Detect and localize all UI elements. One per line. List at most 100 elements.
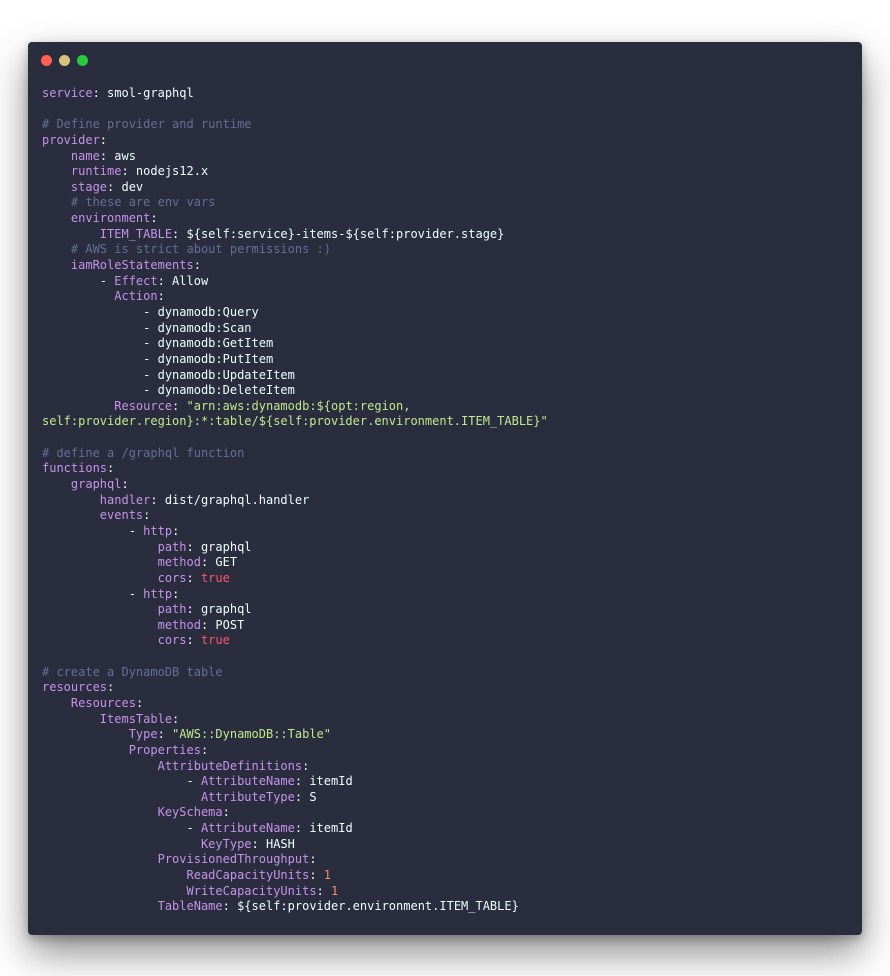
code-token: cors	[157, 570, 187, 585]
code-token: self:provider.region}:*:table/${self:pro…	[42, 414, 548, 429]
code-line: - AttributeName: itemId	[42, 821, 548, 837]
code-token: 1	[331, 883, 339, 898]
code-line: - AttributeName: itemId	[42, 774, 548, 790]
code-token: :	[193, 258, 201, 273]
code-token: Action	[114, 289, 158, 304]
code-token: :	[309, 852, 317, 867]
code-token: : ${self:provider.environment.ITEM_TABLE…	[222, 899, 519, 914]
code-token: method	[157, 555, 201, 570]
code-line: runtime: nodejs12.x	[42, 164, 548, 180]
code-token: : ${self:service}-items-${self:provider.…	[172, 226, 505, 241]
code-line: Action:	[42, 289, 548, 305]
code-line: - dynamodb:Query	[42, 305, 548, 321]
code-token: : aws	[99, 148, 136, 163]
minimize-window-icon[interactable]	[59, 55, 70, 66]
code-token: Type	[128, 727, 158, 742]
code-token: :	[316, 883, 331, 898]
code-token: AttributeName	[200, 774, 295, 789]
code-token: :	[302, 758, 310, 773]
code-token: :	[135, 695, 144, 710]
code-token: -	[42, 586, 144, 601]
code-line: - dynamodb:PutItem	[42, 352, 548, 368]
code-token: ReadCapacityUnits	[186, 868, 310, 883]
code-line: environment:	[42, 211, 548, 227]
code-line: functions:	[42, 461, 548, 477]
code-token: environment	[70, 211, 151, 226]
code-line: # define a /graphql function	[42, 446, 548, 462]
code-token: AttributeType	[200, 789, 295, 804]
code-token: -	[42, 774, 201, 789]
code-token: :	[121, 477, 129, 492]
code-line: resources:	[42, 680, 548, 696]
code-token: :	[157, 727, 173, 742]
code-token: :	[99, 132, 108, 147]
code-token: WriteCapacityUnits	[186, 883, 317, 898]
code-token: stage	[70, 179, 108, 194]
code-token: : itemId	[294, 774, 353, 789]
close-window-icon[interactable]	[41, 55, 52, 66]
code-line: - dynamodb:Scan	[42, 321, 548, 337]
code-token: - dynamodb:Scan	[42, 320, 252, 335]
code-token: : POST	[200, 617, 245, 632]
code-token: :	[107, 680, 115, 695]
maximize-window-icon[interactable]	[77, 55, 88, 66]
code-line: WriteCapacityUnits: 1	[42, 884, 548, 900]
code-token: Effect	[114, 273, 158, 288]
code-token: # Define provider and runtime	[42, 117, 252, 132]
code-token: AttributeDefinitions	[157, 758, 303, 773]
code-token: # define a /graphql function	[42, 445, 245, 460]
code-token: graphql	[70, 477, 122, 492]
code-line: handler: dist/graphql.handler	[42, 493, 548, 509]
code-line: path: graphql	[42, 540, 548, 556]
code-token: ItemsTable	[99, 711, 173, 726]
code-token: : HASH	[251, 836, 295, 851]
code-token: : Allow	[157, 273, 209, 288]
code-line: AttributeType: S	[42, 790, 548, 806]
code-token: - dynamodb:GetItem	[42, 336, 274, 351]
code-token: Resources	[70, 695, 136, 710]
code-token: resources	[42, 680, 108, 695]
code-token: :	[186, 633, 201, 648]
code-token: : S	[294, 789, 317, 804]
code-line: stage: dev	[42, 180, 548, 196]
code-token: name	[70, 148, 100, 163]
code-token: Properties	[128, 742, 201, 757]
code-token: :	[150, 211, 158, 226]
code-token: :	[172, 523, 180, 538]
code-line: iamRoleStatements:	[42, 258, 548, 274]
code-token: - dynamodb:Query	[42, 304, 259, 319]
code-token: iamRoleStatements	[70, 258, 194, 273]
code-token: http	[143, 586, 173, 601]
code-line: method: POST	[42, 618, 548, 634]
window-titlebar	[28, 42, 862, 78]
code-token: -	[42, 273, 115, 288]
code-line: - Effect: Allow	[42, 274, 548, 290]
code-line: - dynamodb:DeleteItem	[42, 383, 548, 399]
code-block: service: smol-graphql # Define provider …	[42, 86, 548, 915]
code-line: method: GET	[42, 555, 548, 571]
code-token: :	[309, 868, 324, 883]
code-line: cors: true	[42, 571, 548, 587]
code-line: - http:	[42, 587, 548, 603]
